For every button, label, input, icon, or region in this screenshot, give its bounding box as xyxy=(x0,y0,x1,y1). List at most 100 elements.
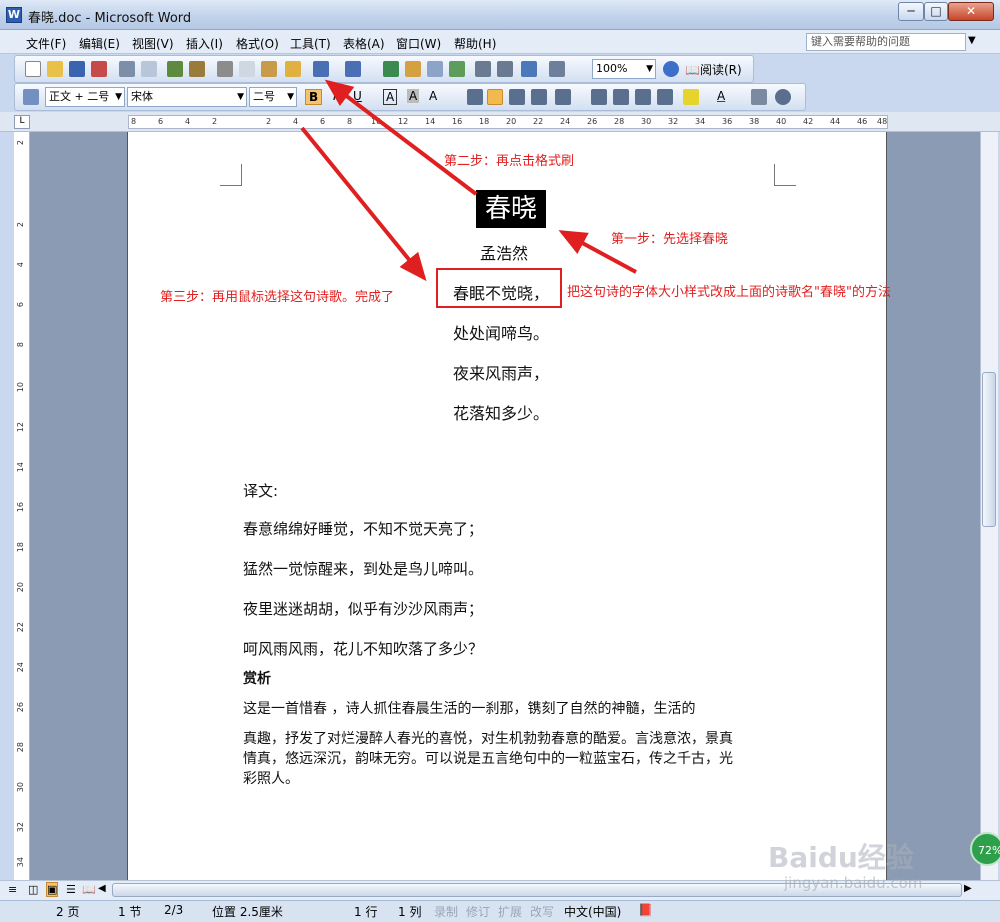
cut-icon[interactable] xyxy=(217,61,233,77)
translation-line[interactable]: 呵风雨风雨，花儿不知吹落了多少？ xyxy=(243,638,483,659)
character-scaling-button[interactable]: A xyxy=(429,89,437,103)
ruler-tick: 40 xyxy=(776,117,787,126)
translation-line[interactable]: 春意绵绵好睡觉，不知不觉天亮了； xyxy=(243,518,483,539)
menu-table[interactable]: 表格(A) xyxy=(343,35,385,52)
appreciation-heading[interactable]: 赏析 xyxy=(243,668,271,688)
style-select[interactable]: 正文 + 二号 ▼ xyxy=(45,87,125,107)
research-icon[interactable] xyxy=(189,61,205,77)
highlight-icon[interactable] xyxy=(683,89,699,105)
insert-table-icon[interactable] xyxy=(427,61,443,77)
tab-selector[interactable]: L xyxy=(14,115,30,129)
distributed-icon[interactable] xyxy=(531,89,547,105)
appreciation-line[interactable]: 这是一首惜春 ，诗人抓住春晨生活的一刹那，镌刻了自然的神髓，生活的 xyxy=(243,698,695,718)
word-app-icon[interactable]: W xyxy=(6,7,22,23)
vertical-ruler[interactable]: 2 2 4 6 8 10 12 14 16 18 20 22 24 26 28 … xyxy=(14,132,30,880)
phonetic-guide-icon[interactable] xyxy=(751,89,767,105)
help-search-input[interactable]: 键入需要帮助的问题 xyxy=(806,33,966,51)
appreciation-line[interactable]: 真趣，抒发了对烂漫醉人春光的喜悦，对生机勃勃春意的酷爱。言浅意浓，景真 xyxy=(243,728,733,748)
align-center-icon[interactable] xyxy=(487,89,503,105)
maximize-button[interactable]: □ xyxy=(924,2,948,21)
outline-view-icon[interactable]: ☰ xyxy=(66,883,76,896)
scroll-right-icon[interactable]: ▶ xyxy=(964,883,972,894)
normal-view-icon[interactable]: ≡ xyxy=(8,883,17,896)
poem-line[interactable]: 夜来风雨声， xyxy=(453,360,549,384)
close-button[interactable]: ✕ xyxy=(948,2,994,21)
menu-help[interactable]: 帮助(H) xyxy=(454,35,496,52)
permission-icon[interactable] xyxy=(91,61,107,77)
font-color-button[interactable]: A xyxy=(717,89,725,103)
scroll-left-icon[interactable]: ◀ xyxy=(98,883,106,894)
underline-button[interactable]: U xyxy=(353,89,362,103)
translation-line[interactable]: 猛然一觉惊醒来，到处是鸟儿啼叫。 xyxy=(243,558,483,579)
document-map-icon[interactable] xyxy=(521,61,537,77)
bullets-icon[interactable] xyxy=(613,89,629,105)
character-border-button[interactable]: A xyxy=(383,89,398,105)
horizontal-ruler[interactable]: 8 6 4 2 2 4 6 8 10 12 14 16 18 20 22 24 … xyxy=(128,115,888,129)
ruler-tick: 46 xyxy=(857,117,868,126)
format-painter-icon[interactable] xyxy=(285,61,301,77)
undo-icon[interactable] xyxy=(313,61,329,77)
copy-icon[interactable] xyxy=(239,61,255,77)
poem-line[interactable]: 花落知多少。 xyxy=(453,400,549,424)
save-icon[interactable] xyxy=(69,61,85,77)
redo-icon[interactable] xyxy=(345,61,361,77)
font-select[interactable]: 宋体 ▼ xyxy=(127,87,247,107)
status-rec[interactable]: 录制 xyxy=(434,903,458,920)
menu-tools[interactable]: 工具(T) xyxy=(290,35,331,52)
reading-view-icon[interactable]: 📖 xyxy=(82,883,96,896)
web-view-icon[interactable]: ◫ xyxy=(28,883,38,896)
menu-edit[interactable]: 编辑(E) xyxy=(79,35,120,52)
poem-title-selected[interactable]: 春晓 xyxy=(476,190,546,228)
appreciation-line[interactable]: 彩照人。 xyxy=(243,768,299,788)
status-ext[interactable]: 扩展 xyxy=(498,903,522,920)
numbering-icon[interactable] xyxy=(591,89,607,105)
status-page: 2 页 xyxy=(56,905,80,919)
open-folder-icon[interactable] xyxy=(47,61,63,77)
appreciation-line[interactable]: 情真，悠远深沉，韵味无穷。可以说是五言绝句中的一粒蓝宝石，传之千古，光 xyxy=(243,748,733,768)
menu-insert[interactable]: 插入(I) xyxy=(186,35,223,52)
spelling-status-icon[interactable]: 📕 xyxy=(638,903,653,917)
align-right-icon[interactable] xyxy=(509,89,525,105)
vertical-scroll-thumb[interactable] xyxy=(982,372,996,527)
font-size-select[interactable]: 二号 ▼ xyxy=(249,87,297,107)
help-icon[interactable] xyxy=(663,61,679,77)
enclose-characters-icon[interactable] xyxy=(775,89,791,105)
insert-excel-icon[interactable] xyxy=(449,61,465,77)
italic-button[interactable]: I xyxy=(333,89,337,103)
print-preview-icon[interactable] xyxy=(141,61,157,77)
menu-file[interactable]: 文件(F) xyxy=(26,35,66,52)
print-view-icon[interactable]: ▣ xyxy=(46,882,59,897)
help-dropdown-icon[interactable]: ▼ xyxy=(968,35,976,46)
spelling-icon[interactable] xyxy=(167,61,183,77)
decrease-indent-icon[interactable] xyxy=(635,89,651,105)
ruler-tick: 6 xyxy=(158,117,164,126)
translation-heading[interactable]: 译文: xyxy=(243,480,278,501)
read-mode-button[interactable]: 📖阅读(R) xyxy=(685,61,742,78)
styles-formatting-icon[interactable] xyxy=(23,89,39,105)
columns-icon[interactable] xyxy=(475,61,491,77)
menu-window[interactable]: 窗口(W) xyxy=(396,35,441,52)
new-document-icon[interactable] xyxy=(25,61,41,77)
paste-icon[interactable] xyxy=(261,61,277,77)
show-hide-icon[interactable] xyxy=(549,61,565,77)
increase-indent-icon[interactable] xyxy=(657,89,673,105)
line-spacing-icon[interactable] xyxy=(555,89,571,105)
hyperlink-icon[interactable] xyxy=(383,61,399,77)
drawing-icon[interactable] xyxy=(497,61,513,77)
poem-line[interactable]: 处处闻啼鸟。 xyxy=(453,320,549,344)
poem-author[interactable]: 孟浩然 xyxy=(480,240,528,264)
ruler-tick: 2 xyxy=(16,222,25,228)
status-track[interactable]: 修订 xyxy=(466,903,490,920)
menu-view[interactable]: 视图(V) xyxy=(132,35,174,52)
zoom-select[interactable]: 100% ▼ xyxy=(592,59,656,79)
ruler-tick: 10 xyxy=(16,382,25,393)
align-left-icon[interactable] xyxy=(467,89,483,105)
tables-borders-icon[interactable] xyxy=(405,61,421,77)
menu-format[interactable]: 格式(O) xyxy=(236,35,279,52)
translation-line[interactable]: 夜里迷迷胡胡，似乎有沙沙风雨声； xyxy=(243,598,483,619)
status-ovr[interactable]: 改写 xyxy=(530,903,554,920)
print-icon[interactable] xyxy=(119,61,135,77)
character-shading-button[interactable]: A xyxy=(407,89,420,103)
bold-button[interactable]: B xyxy=(305,89,323,105)
minimize-button[interactable]: ─ xyxy=(898,2,924,21)
